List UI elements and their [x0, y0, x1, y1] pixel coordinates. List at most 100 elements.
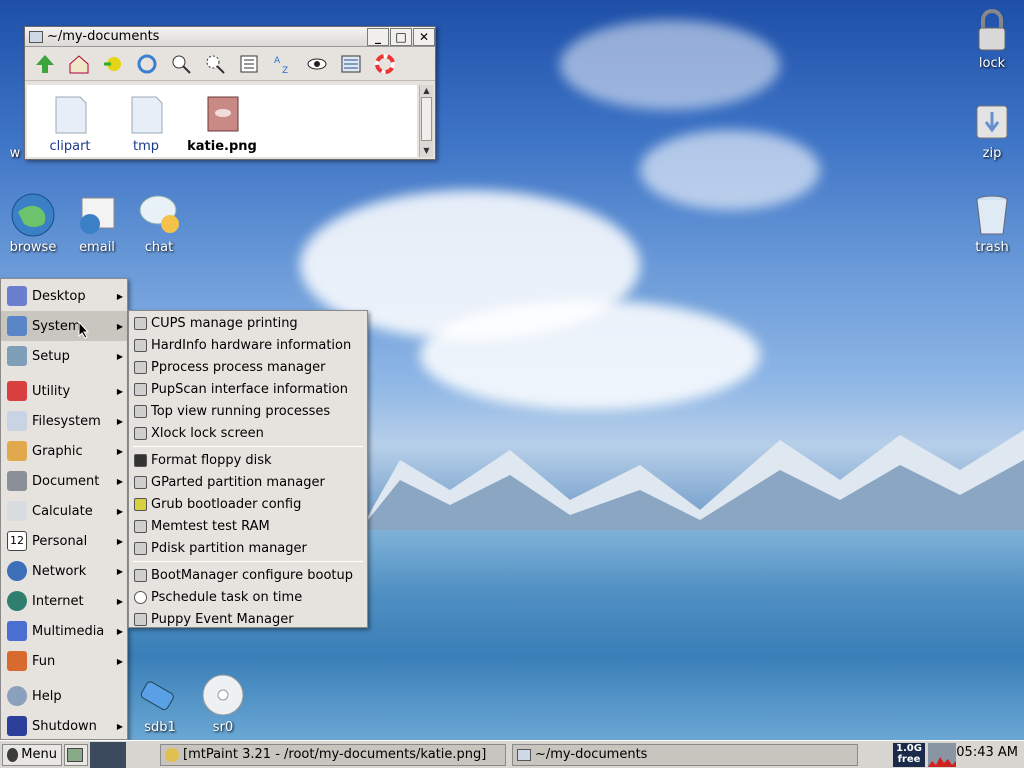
refresh-icon[interactable] [133, 50, 161, 78]
pager-workspace[interactable] [90, 741, 126, 768]
minimize-button[interactable]: _ [367, 27, 389, 46]
menu-item-label: Multimedia [32, 623, 105, 639]
menu-item-label: Document [32, 473, 100, 489]
menu-item-utility[interactable]: Utility ▶ [1, 376, 127, 406]
submenu-item-grub[interactable]: Grub bootloader config [129, 493, 367, 515]
calculator-icon [7, 501, 27, 521]
menu-item-personal[interactable]: 12 Personal ▶ [1, 526, 127, 556]
submenu-item-top[interactable]: Top view running processes [129, 400, 367, 422]
menu-item-calculate[interactable]: Calculate ▶ [1, 496, 127, 526]
email-desktop-icon[interactable]: email [62, 192, 132, 255]
lock-desktop-icon[interactable]: lock [957, 8, 1024, 71]
browse-label: browse [9, 240, 57, 255]
window-icon [517, 748, 531, 761]
usb-drive-icon [140, 681, 174, 711]
submenu-item-pschedule[interactable]: Pschedule task on time [129, 586, 367, 608]
task-button-mtpaint[interactable]: [mtPaint 3.21 - /root/my-documents/katie… [160, 743, 506, 766]
submenu-item-pdisk[interactable]: Pdisk partition manager [129, 537, 367, 559]
submenu-item-cups[interactable]: CUPS manage printing [129, 312, 367, 334]
task-label: ~/my-documents [535, 747, 648, 762]
menu-item-internet[interactable]: Internet ▶ [1, 586, 127, 616]
menu-item-label: Internet [32, 593, 84, 609]
submenu-arrow-icon: ▶ [116, 351, 123, 361]
submenu-item-hardinfo[interactable]: HardInfo hardware information [129, 334, 367, 356]
sdb1-drive-icon[interactable]: sdb1 [125, 672, 195, 735]
task-button-my-documents[interactable]: ~/my-documents [512, 743, 858, 766]
scroll-thumb[interactable] [421, 97, 432, 141]
file-item-clipart[interactable]: clipart [33, 89, 107, 157]
runner-icon [134, 404, 147, 418]
padlock-icon [978, 9, 1006, 51]
folder-icon [131, 96, 163, 134]
file-item-katie-png[interactable]: katie.png [185, 89, 259, 157]
file-manager-window[interactable]: ~/my-documents _ □ ✕ AZ clipart tmp kati… [24, 26, 436, 160]
trash-desktop-icon[interactable]: trash [957, 192, 1024, 255]
submenu-arrow-icon: ▶ [116, 721, 123, 731]
sr0-drive-icon[interactable]: sr0 [188, 672, 258, 735]
menu-item-system[interactable]: System ▶ [1, 311, 127, 341]
menu-separator [133, 446, 363, 447]
submenu-item-memtest[interactable]: Memtest test RAM [129, 515, 367, 537]
zoom-in-icon[interactable] [167, 50, 195, 78]
file-item-tmp[interactable]: tmp [109, 89, 183, 157]
submenu-arrow-icon: ▶ [116, 446, 123, 456]
chat-desktop-icon[interactable]: chat [124, 192, 194, 255]
submenu-item-event-manager[interactable]: Puppy Event Manager [129, 608, 367, 630]
zoom-fit-icon[interactable] [201, 50, 229, 78]
x-desktop-icon [7, 286, 27, 306]
scroll-up-icon[interactable]: ▲ [420, 85, 433, 97]
quicklaunch-button[interactable] [64, 743, 88, 766]
trash-icon [976, 195, 1008, 235]
menu-item-shutdown[interactable]: Shutdown ▶ [1, 711, 127, 741]
sort-az-icon[interactable]: AZ [269, 50, 297, 78]
help-icon [7, 686, 27, 706]
menu-item-desktop[interactable]: Desktop ▶ [1, 281, 127, 311]
multimedia-icon [7, 621, 27, 641]
menu-item-filesystem[interactable]: Filesystem ▶ [1, 406, 127, 436]
calendar-icon: 12 [7, 531, 27, 551]
file-list-scrollbar[interactable]: ▲ ▼ [419, 85, 433, 157]
list-view-icon[interactable] [337, 50, 365, 78]
menu-item-document[interactable]: Document ▶ [1, 466, 127, 496]
menu-icon [7, 747, 19, 762]
close-button[interactable]: ✕ [413, 27, 435, 46]
menu-item-fun[interactable]: Fun ▶ [1, 646, 127, 676]
menu-item-label: Shutdown [32, 718, 97, 734]
details-view-icon[interactable] [235, 50, 263, 78]
maximize-button[interactable]: □ [390, 27, 412, 46]
menu-button[interactable]: Menu [2, 743, 62, 766]
eye-icon[interactable] [303, 50, 331, 78]
scroll-down-icon[interactable]: ▼ [420, 145, 433, 157]
submenu-item-pupscan[interactable]: PupScan interface information [129, 378, 367, 400]
window-app-icon [29, 30, 43, 43]
submenu-item-label: CUPS manage printing [151, 315, 298, 331]
file-toolbar: AZ [25, 47, 435, 81]
submenu-item-label: Pschedule task on time [151, 589, 303, 605]
menu-item-graphic[interactable]: Graphic ▶ [1, 436, 127, 466]
bookmarks-icon[interactable] [99, 50, 127, 78]
scan-icon [134, 382, 147, 396]
grub-icon [134, 497, 147, 511]
submenu-item-gparted[interactable]: GParted partition manager [129, 471, 367, 493]
zip-desktop-icon[interactable]: zip [957, 98, 1024, 161]
clock[interactable]: 05:43 AM [956, 745, 1018, 760]
submenu-item-pprocess[interactable]: Pprocess process manager [129, 356, 367, 378]
up-arrow-icon[interactable] [31, 50, 59, 78]
menu-item-multimedia[interactable]: Multimedia ▶ [1, 616, 127, 646]
home-icon[interactable] [65, 50, 93, 78]
submenu-item-format-floppy[interactable]: Format floppy disk [129, 449, 367, 471]
globe-icon [11, 193, 55, 237]
menu-item-help[interactable]: Help [1, 681, 127, 711]
free-space-indicator[interactable]: 1.0G free [893, 743, 925, 767]
menu-item-network[interactable]: Network ▶ [1, 556, 127, 586]
help-lifebuoy-icon[interactable] [371, 50, 399, 78]
submenu-item-label: Xlock lock screen [151, 425, 264, 441]
cpu-monitor-graph[interactable] [928, 743, 956, 767]
window-titlebar[interactable]: ~/my-documents _ □ ✕ [25, 27, 435, 47]
menu-item-setup[interactable]: Setup ▶ [1, 341, 127, 371]
browse-desktop-icon[interactable]: browse [0, 192, 68, 255]
submenu-item-xlock[interactable]: Xlock lock screen [129, 422, 367, 444]
submenu-item-bootmanager[interactable]: BootManager configure bootup [129, 564, 367, 586]
zip-label: zip [982, 146, 1002, 161]
submenu-item-label: Pprocess process manager [151, 359, 326, 375]
